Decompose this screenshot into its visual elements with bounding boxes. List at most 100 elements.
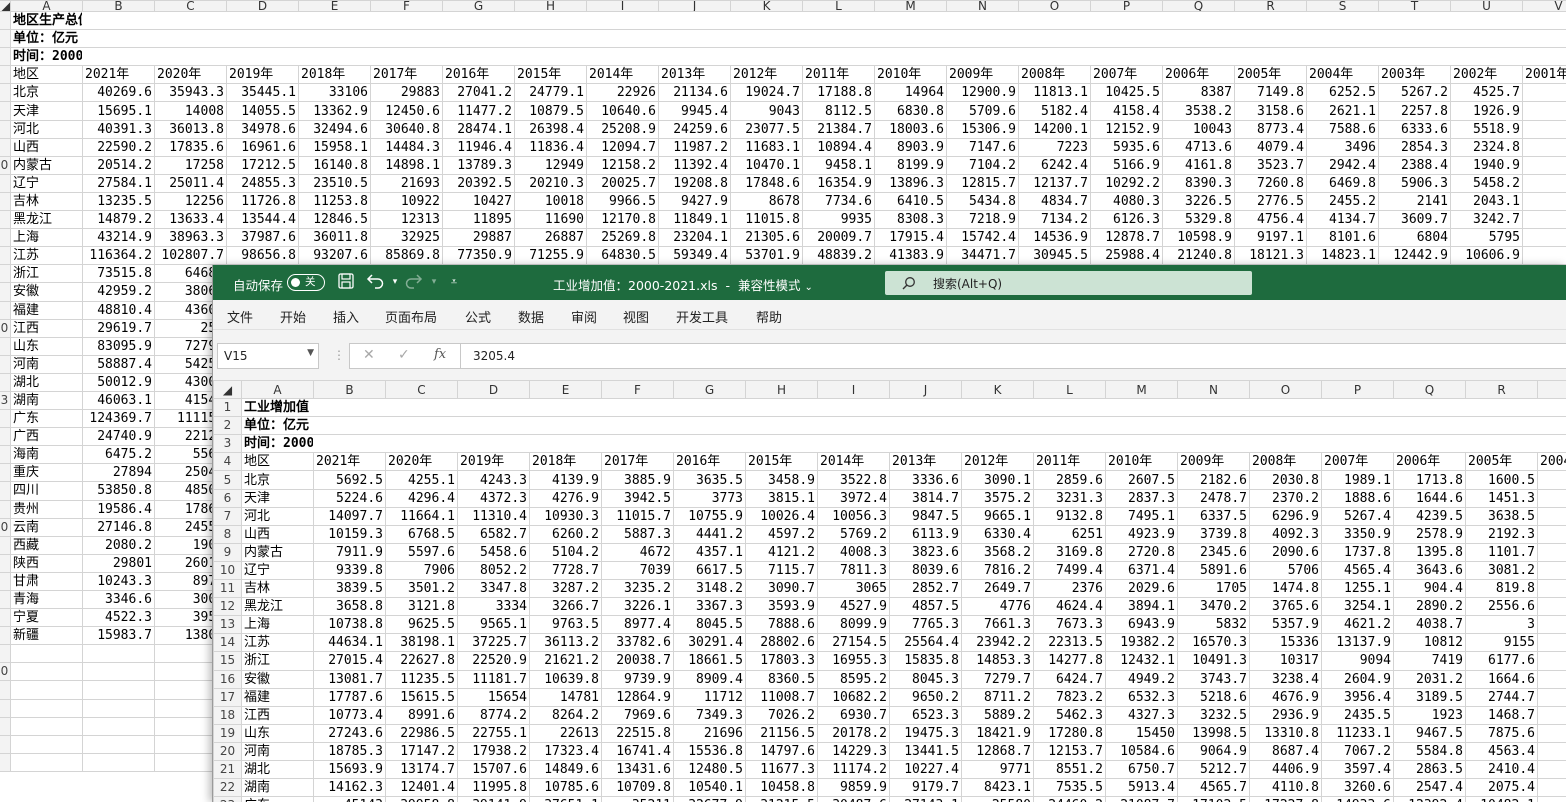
cell[interactable]: 17848.6 <box>730 173 803 193</box>
cell[interactable]: 2376 <box>1033 579 1106 599</box>
cell[interactable]: 单位：亿元 <box>241 416 314 436</box>
cell[interactable]: 11235.5 <box>385 669 458 689</box>
cell[interactable]: 22627.8 <box>385 651 458 671</box>
cell[interactable] <box>601 398 674 418</box>
cell[interactable] <box>1537 434 1566 454</box>
row-number[interactable] <box>0 191 11 212</box>
cell[interactable]: 11664.1 <box>385 506 458 526</box>
cell[interactable] <box>82 10 155 31</box>
cell[interactable]: 3593.9 <box>745 597 818 617</box>
function-icon[interactable]: fx <box>434 347 446 362</box>
undo-dropdown-icon[interactable]: ▾ <box>385 272 405 292</box>
cell[interactable]: 202 <box>1522 137 1566 157</box>
cell[interactable]: 5906.3 <box>1378 173 1451 193</box>
cell[interactable]: 30291.4 <box>673 633 746 653</box>
cell[interactable]: 8903.9 <box>874 137 947 157</box>
row-number[interactable]: 19 <box>213 723 242 743</box>
cell[interactable]: 2019年 <box>226 65 299 85</box>
cell[interactable]: 6296.9 <box>1249 506 1322 526</box>
cell[interactable]: 2008年 <box>1249 452 1322 472</box>
cell[interactable]: 4161.8 <box>1162 155 1235 175</box>
cell[interactable]: 3 <box>1537 506 1566 526</box>
cell[interactable]: 12313 <box>370 210 443 230</box>
cell[interactable]: 2182.6 <box>1177 470 1250 490</box>
cell[interactable] <box>1033 434 1106 454</box>
row-number[interactable]: 7 <box>213 506 242 526</box>
cell[interactable] <box>961 434 1034 454</box>
cell[interactable] <box>442 47 515 67</box>
cell[interactable]: 11392.4 <box>658 155 731 175</box>
cell[interactable]: 8045.3 <box>889 669 962 689</box>
cell[interactable]: 15707.6 <box>457 759 530 780</box>
cell[interactable] <box>514 10 587 31</box>
cell[interactable]: 12815.7 <box>946 173 1019 193</box>
row-number[interactable] <box>0 608 11 628</box>
cell[interactable] <box>1018 10 1091 31</box>
cell[interactable] <box>1306 47 1379 67</box>
cell[interactable]: 2013年 <box>658 65 731 85</box>
cell[interactable]: 8991.6 <box>385 705 458 725</box>
cell[interactable]: 8308.3 <box>874 210 947 230</box>
cell[interactable]: 时间：2000-2021 <box>10 47 83 67</box>
cell[interactable]: 8 <box>1537 796 1566 802</box>
cell[interactable]: 15742.4 <box>946 228 1019 248</box>
cell[interactable]: 22755.1 <box>457 723 530 743</box>
cell[interactable]: 9859.9 <box>817 778 890 798</box>
cell[interactable]: 4923.9 <box>1105 524 1178 544</box>
cell[interactable]: 83095.9 <box>82 336 155 356</box>
cell[interactable] <box>514 29 587 49</box>
cell[interactable]: 1255.1 <box>1321 579 1394 599</box>
cell[interactable]: 3065 <box>817 579 890 599</box>
cell[interactable]: 1926.9 <box>1450 101 1523 121</box>
cell[interactable] <box>889 398 962 418</box>
column-header[interactable]: R <box>1234 0 1307 12</box>
cell[interactable]: 1888.6 <box>1321 488 1394 508</box>
cell[interactable]: 4239.5 <box>1393 506 1466 526</box>
ribbon-tab[interactable]: 视图 <box>623 307 649 326</box>
cell[interactable] <box>529 434 602 454</box>
cell[interactable]: 30487.6 <box>817 796 890 802</box>
ribbon-tab[interactable]: 帮助 <box>756 307 782 326</box>
cell[interactable]: 6523.3 <box>889 705 962 725</box>
cell[interactable]: 7223 <box>1018 137 1091 157</box>
cell[interactable]: 43214.9 <box>82 228 155 248</box>
cell[interactable]: 37651.1 <box>529 796 602 802</box>
cell[interactable] <box>529 416 602 436</box>
cell[interactable]: 3347.8 <box>457 579 530 599</box>
row-number[interactable] <box>0 137 11 157</box>
cell[interactable]: 73515.8 <box>82 264 155 284</box>
cell[interactable]: 河南 <box>241 741 314 761</box>
column-header[interactable]: O <box>1018 0 1091 12</box>
redo-dropdown-icon[interactable]: ▾ <box>424 272 444 292</box>
cell[interactable]: 9179.7 <box>889 778 962 798</box>
cell[interactable]: 4522.3 <box>82 608 155 628</box>
cell[interactable]: 10812 <box>1393 633 1466 653</box>
cell[interactable]: 2006年 <box>1393 452 1466 472</box>
cell[interactable]: 7039 <box>601 560 674 581</box>
cell[interactable]: 3496 <box>1306 137 1379 157</box>
cell[interactable]: 6582.7 <box>457 524 530 544</box>
cell[interactable]: 云南 <box>10 517 83 537</box>
cell[interactable]: 506 <box>1522 119 1566 139</box>
cell[interactable]: 5434.8 <box>946 191 1019 212</box>
cell[interactable]: 17212.5 <box>226 155 299 175</box>
ribbon-tab[interactable]: 页面布局 <box>385 307 437 326</box>
cell[interactable]: 5692.5 <box>313 470 386 490</box>
cell[interactable]: 2021年 <box>313 452 386 472</box>
cell[interactable]: 9739.9 <box>601 669 674 689</box>
cell[interactable]: 5218.6 <box>1177 687 1250 707</box>
cell[interactable] <box>1105 434 1178 454</box>
cell[interactable]: 5889.2 <box>961 705 1034 725</box>
cell[interactable]: 8774.2 <box>457 705 530 725</box>
cell[interactable]: 8595.2 <box>817 669 890 689</box>
cell[interactable]: 8773.4 <box>1234 119 1307 139</box>
cell[interactable]: 37225.7 <box>457 633 530 653</box>
cell[interactable]: 2043.1 <box>1450 191 1523 212</box>
cell[interactable] <box>529 398 602 418</box>
cell[interactable]: 3090.7 <box>745 579 818 599</box>
cell[interactable]: 32494.6 <box>298 119 371 139</box>
cell[interactable]: 2030.8 <box>1249 470 1322 490</box>
cell[interactable] <box>586 29 659 49</box>
cell[interactable]: 1468.7 <box>1465 705 1538 725</box>
cell[interactable]: 17102.5 <box>1177 796 1250 802</box>
